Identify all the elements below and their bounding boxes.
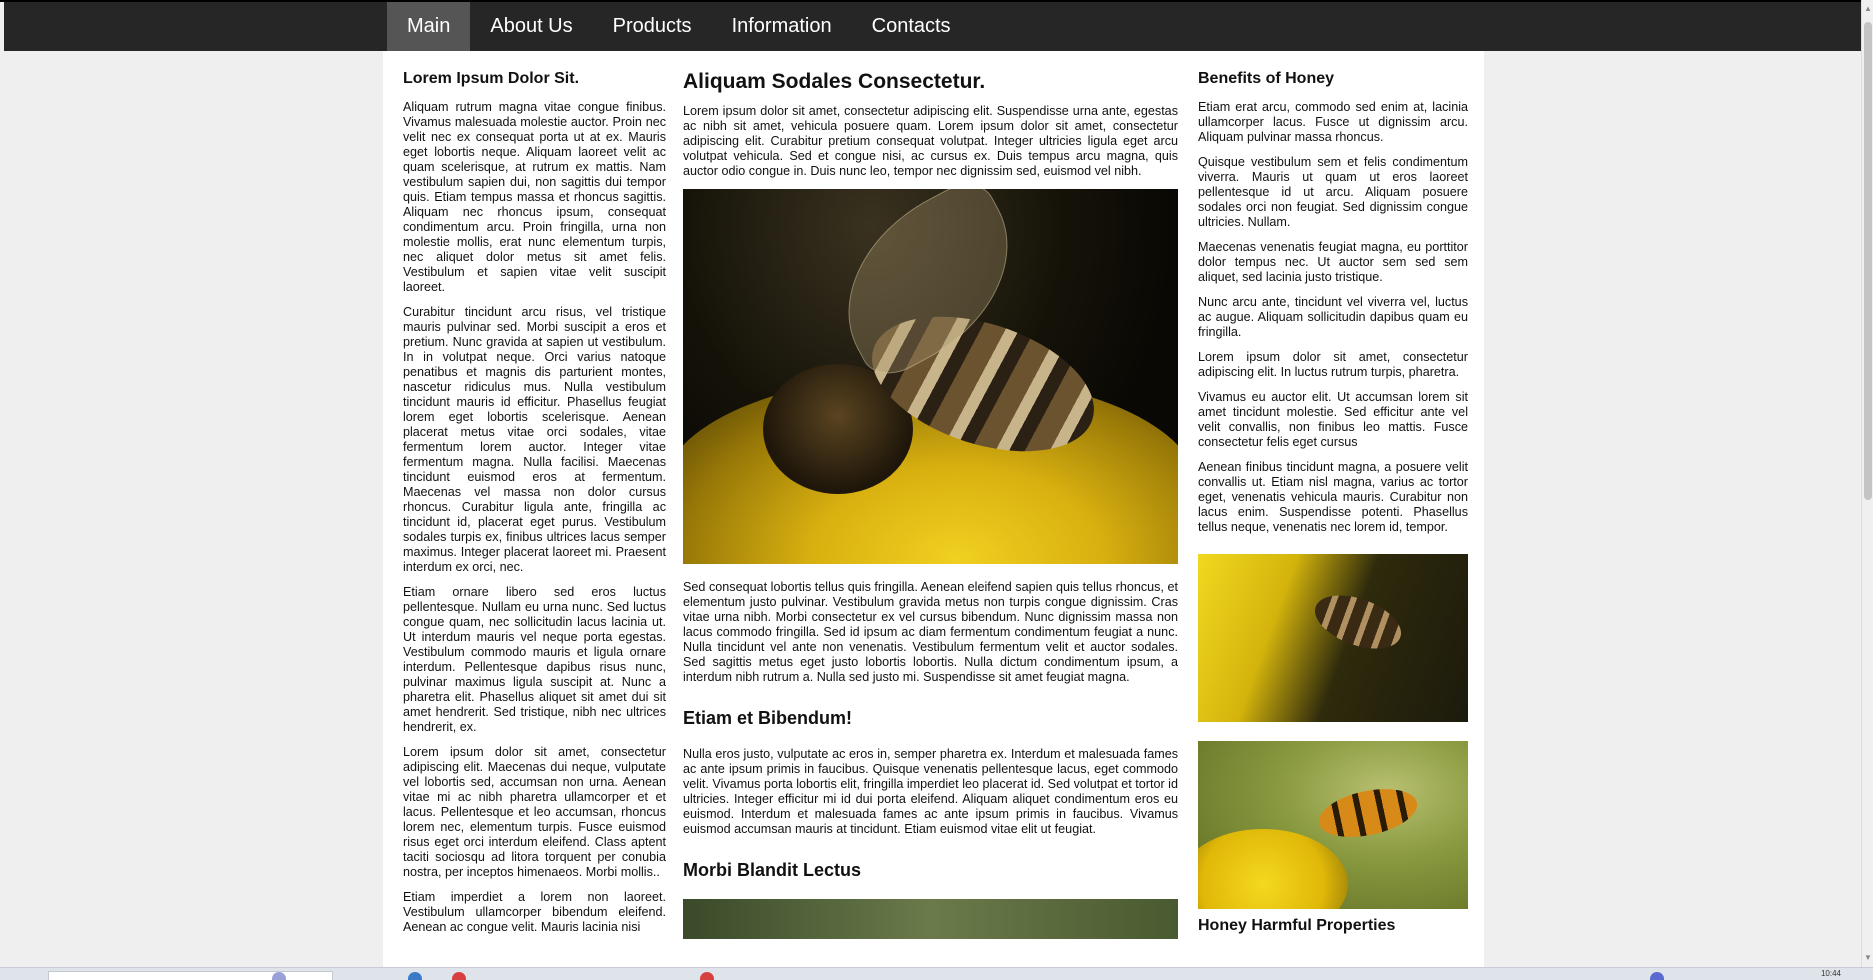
nav-item-products[interactable]: Products xyxy=(593,2,712,51)
scrollbar-thumb[interactable] xyxy=(1864,22,1872,500)
middle-column-title: Aliquam Sodales Consectetur. xyxy=(683,70,986,93)
nav-item-contacts[interactable]: Contacts xyxy=(852,2,971,51)
left-paragraph: Aliquam rutrum magna vitae congue finibu… xyxy=(403,100,666,294)
taskbar-tray-icon[interactable] xyxy=(1650,972,1664,980)
bee-shape xyxy=(1307,584,1409,660)
taskbar: 10:44 xyxy=(0,967,1873,980)
bottom-image xyxy=(683,899,1178,939)
taskbar-app-icon[interactable] xyxy=(272,972,286,980)
main-nav: Main About Us Products Information Conta… xyxy=(387,2,971,51)
right-paragraph: Lorem ipsum dolor sit amet, consectetur … xyxy=(1198,350,1468,379)
left-paragraph: Curabitur tincidunt arcu risus, vel tris… xyxy=(403,305,666,574)
bee-shape xyxy=(1314,781,1422,845)
section-title-morbi: Morbi Blandit Lectus xyxy=(683,860,862,880)
bee-side-image-1 xyxy=(1198,554,1468,722)
nav-item-about-us[interactable]: About Us xyxy=(470,2,592,51)
nav-item-information[interactable]: Information xyxy=(712,2,852,51)
section-title-etiam: Etiam et Bibendum! xyxy=(683,708,853,728)
top-navbar: Main About Us Products Information Conta… xyxy=(4,2,1864,51)
right-paragraph: Nunc arcu ante, tincidunt vel viverra ve… xyxy=(1198,295,1468,339)
middle-intro-paragraph: Lorem ipsum dolor sit amet, consectetur … xyxy=(683,104,1178,178)
left-column: Lorem Ipsum Dolor Sit. Aliquam rutrum ma… xyxy=(403,51,666,945)
right-column-title: Benefits of Honey xyxy=(1198,70,1335,87)
right-paragraph: Aenean finibus tincidunt magna, a posuer… xyxy=(1198,460,1468,534)
middle-paragraph: Sed consequat lobortis tellus quis fring… xyxy=(683,580,1178,684)
right-paragraph: Etiam erat arcu, commodo sed enim at, la… xyxy=(1198,100,1468,144)
nav-item-main[interactable]: Main xyxy=(387,2,471,51)
taskbar-app-icon[interactable] xyxy=(408,972,422,980)
flower-shape xyxy=(1198,829,1348,909)
page-content: Lorem Ipsum Dolor Sit. Aliquam rutrum ma… xyxy=(383,51,1484,967)
middle-paragraph: Nulla eros justo, vulputate ac eros in, … xyxy=(683,747,1178,836)
taskbar-app-icon[interactable] xyxy=(700,972,714,980)
scroll-down-icon[interactable]: ▼ xyxy=(1863,951,1873,965)
right-paragraph: Quisque vestibulum sem et felis condimen… xyxy=(1198,155,1468,229)
middle-column: Aliquam Sodales Consectetur. Lorem ipsum… xyxy=(683,51,1178,939)
right-section-title-harmful: Honey Harmful Properties xyxy=(1198,917,1396,934)
right-paragraph: Vivamus eu auctor elit. Ut accumsan lore… xyxy=(1198,390,1468,449)
vertical-scrollbar[interactable]: ▲ ▼ xyxy=(1861,0,1873,967)
left-paragraph: Etiam ornare libero sed eros luctus pell… xyxy=(403,585,666,734)
taskbar-clock[interactable]: 10:44 xyxy=(1821,969,1841,978)
taskbar-app-icon[interactable] xyxy=(452,972,466,980)
bee-side-image-2 xyxy=(1198,741,1468,909)
right-paragraph: Maecenas venenatis feugiat magna, eu por… xyxy=(1198,240,1468,284)
bee-on-flower-image xyxy=(683,189,1178,564)
left-column-title: Lorem Ipsum Dolor Sit. xyxy=(403,70,580,87)
right-column: Benefits of Honey Etiam erat arcu, commo… xyxy=(1198,51,1468,947)
left-paragraph: Lorem ipsum dolor sit amet, consectetur … xyxy=(403,745,666,879)
taskbar-search-box[interactable] xyxy=(48,971,333,980)
scroll-up-icon[interactable]: ▲ xyxy=(1863,2,1873,16)
left-paragraph: Etiam imperdiet a lorem non laoreet. Ves… xyxy=(403,890,666,934)
